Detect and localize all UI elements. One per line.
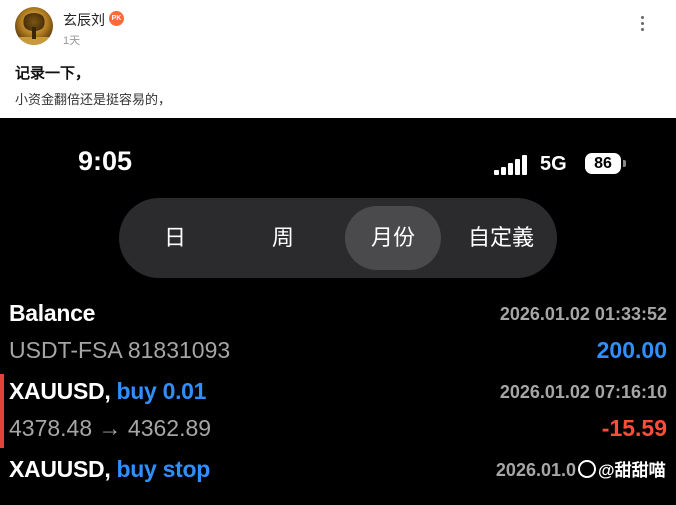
row-datetime: 2026.01.02 07:16:10 xyxy=(499,382,667,402)
trade-history-screenshot: 9:05 5G 86 日 周 月份 自定義 Balance 2026.01.02… xyxy=(0,118,676,505)
row-direction: buy stop xyxy=(116,456,211,482)
row-accent xyxy=(0,374,4,448)
post-header: 玄辰刘 PK 1天 记录一下， 小资金翻倍还是挺容易的， xyxy=(0,0,676,118)
watermark-icon xyxy=(578,460,596,478)
row-direction: buy 0.01 xyxy=(116,378,207,404)
row-amount: 200.00 xyxy=(596,337,667,363)
row-symbol: XAUUSD, xyxy=(9,456,117,482)
avatar[interactable] xyxy=(15,7,53,45)
list-item[interactable]: Balance 2026.01.02 01:33:52 USDT-FSA 818… xyxy=(0,296,676,370)
row-symbol: XAUUSD, xyxy=(9,378,117,404)
post-time: 1天 xyxy=(63,35,81,47)
status-time: 9:05 xyxy=(78,146,133,176)
tab-week[interactable]: 周 xyxy=(235,206,331,270)
network-label: 5G xyxy=(540,153,567,175)
post-body: 小资金翻倍还是挺容易的， xyxy=(15,92,172,107)
watermark: @甜甜喵 xyxy=(578,456,666,481)
tab-month[interactable]: 月份 xyxy=(345,206,441,270)
more-options-icon[interactable] xyxy=(636,16,648,36)
row-detail: 4378.48 → 4362.89 xyxy=(9,415,212,441)
row-amount: -15.59 xyxy=(601,415,667,441)
row-detail: USDT-FSA 81831093 xyxy=(9,337,231,363)
post-title: 记录一下， xyxy=(15,65,91,82)
battery-icon: 86 xyxy=(585,153,621,174)
pk-badge-icon: PK xyxy=(109,11,124,26)
tab-custom[interactable]: 自定義 xyxy=(453,206,549,270)
period-segmented-control: 日 周 月份 自定義 xyxy=(119,198,557,278)
battery-cap xyxy=(623,160,626,167)
row-datetime: 2026.01.02 01:33:52 xyxy=(499,304,667,324)
signal-icon xyxy=(494,155,530,175)
tab-day[interactable]: 日 xyxy=(127,206,223,270)
list-item[interactable]: XAUUSD, buy stop 2026.01.0 xyxy=(0,452,676,505)
username[interactable]: 玄辰刘 xyxy=(63,10,105,30)
row-symbol: Balance xyxy=(9,300,96,326)
list-item[interactable]: XAUUSD, buy 0.01 2026.01.02 07:16:10 437… xyxy=(0,374,676,448)
row-datetime: 2026.01.0 xyxy=(495,460,576,480)
watermark-text: @甜甜喵 xyxy=(598,461,666,480)
